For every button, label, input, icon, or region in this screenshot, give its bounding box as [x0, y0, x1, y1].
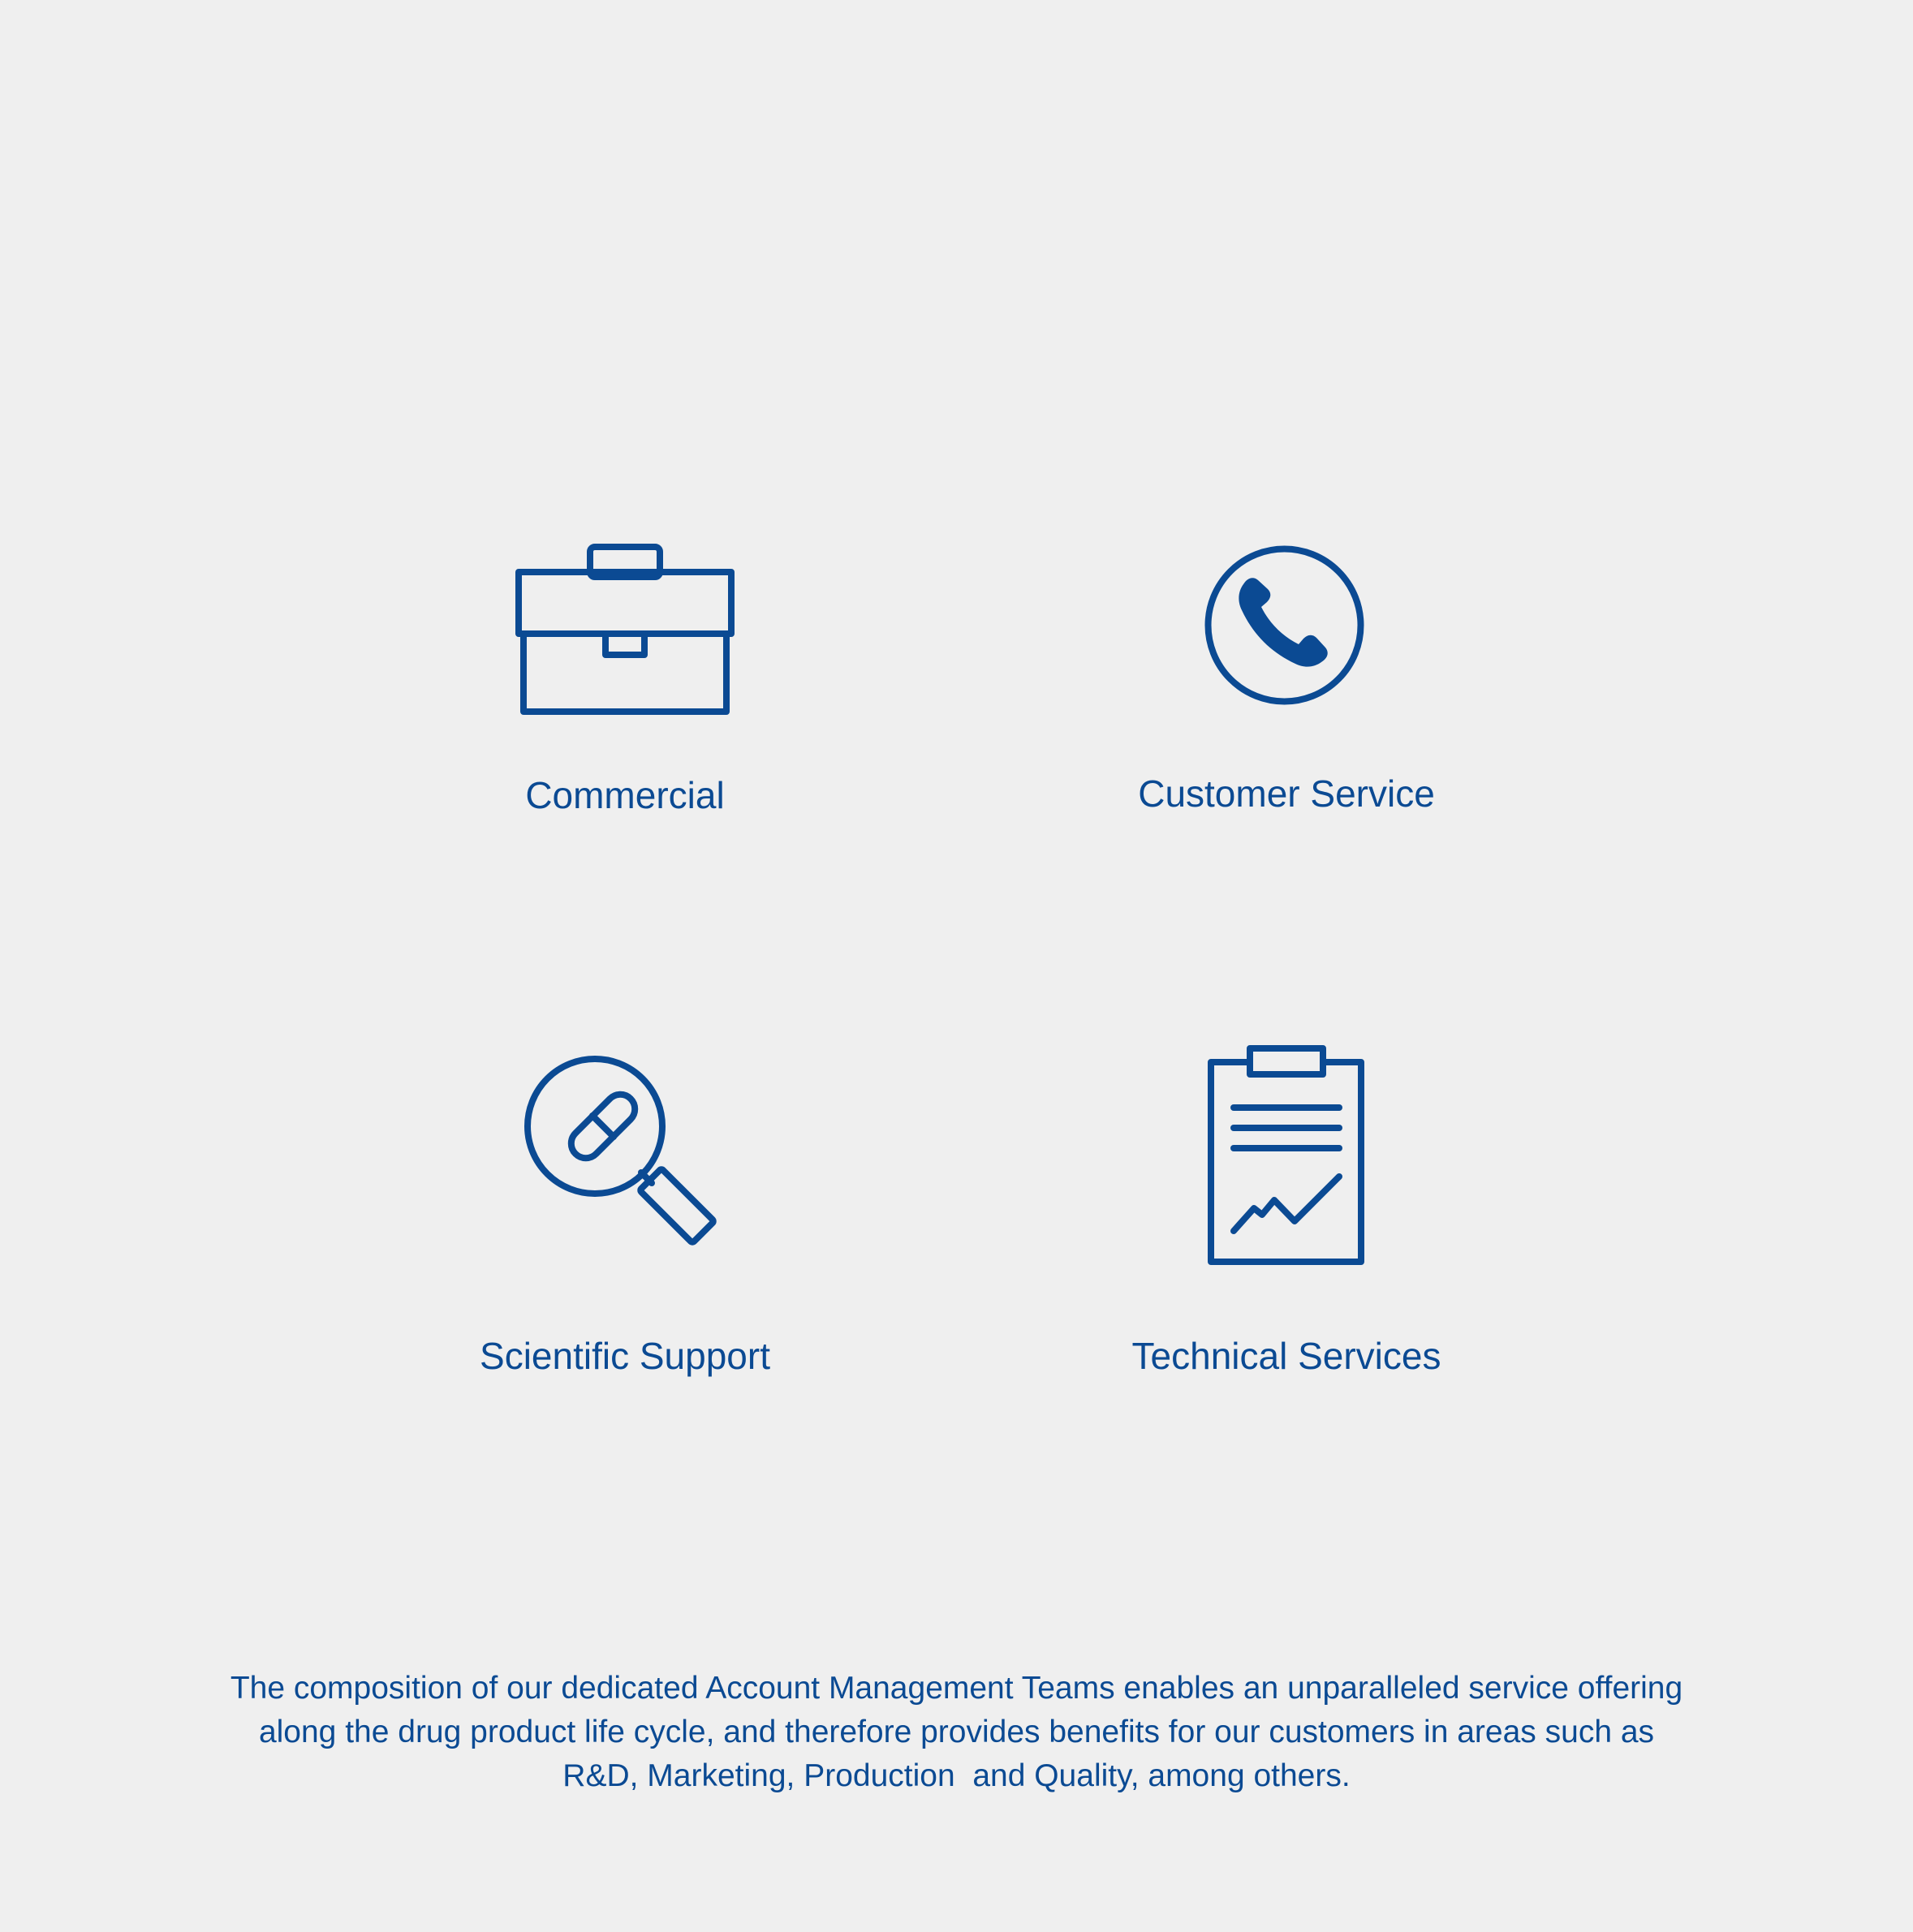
description-line-1: The composition of our dedicated Account…: [230, 1671, 1683, 1706]
clipboard-chart-icon: [1208, 1045, 1364, 1265]
description-line-2: along the drug product life cycle, and t…: [258, 1715, 1655, 1749]
description-paragraph: The composition of our dedicated Account…: [97, 1667, 1816, 1798]
description-line-3: R&D, Marketing, Production and Quality, …: [562, 1758, 1351, 1793]
magnifier-pill-icon: [524, 1056, 717, 1246]
technical-services-label: Technical Services: [1131, 1335, 1441, 1377]
phone-icon: [1204, 545, 1364, 705]
scientific-support-label: Scientific Support: [480, 1335, 770, 1377]
briefcase-icon: [515, 544, 735, 715]
customer-service-label: Customer Service: [1138, 772, 1435, 815]
commercial-label: Commercial: [525, 774, 725, 816]
